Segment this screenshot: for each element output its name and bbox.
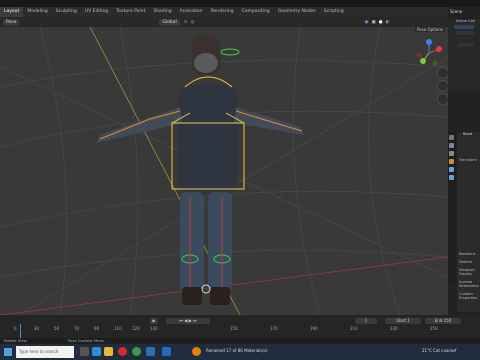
start-label: Start [396,318,406,323]
outliner-row[interactable] [456,37,474,41]
tab-modeling[interactable]: Modeling [23,7,51,17]
prop-section-deform[interactable]: Deform [457,260,480,264]
windows-start-icon[interactable] [4,348,12,356]
proportional-icon[interactable]: ◎ [191,20,195,25]
chrome-icon[interactable] [132,347,141,356]
frame-label: 110 [114,326,122,331]
zoom-icon[interactable] [437,67,448,79]
scene-selector[interactable]: Scene [448,7,480,17]
tab-rendering[interactable]: Rendering [207,7,238,17]
outliner-row[interactable] [458,49,474,53]
prop-section-inverse-kinematics[interactable]: Inverse Kinematics [457,280,480,288]
frame-label: 190 [310,326,318,331]
orientation-dropdown[interactable]: Global [159,18,180,26]
edge-icon[interactable] [92,347,101,356]
outliner-row[interactable] [458,43,474,47]
taskbar: Type here to search Renamed 17 of 86 Mat… [0,344,480,360]
viewport-scene [0,27,448,315]
output-icon[interactable] [449,151,454,156]
tab-layout[interactable]: Layout [0,7,24,17]
frame-label: 50 [54,326,60,331]
viewport-header: Pose Global ⊙ ◎ ◉ ▣ ● ◐ [0,17,448,27]
title-strip [0,0,480,7]
frame-label: 70 [74,326,80,331]
status-left: Rotate View [4,338,27,343]
snap-icon[interactable]: ⊙ [184,20,188,25]
frame-label: 0 [14,326,17,331]
xray-icon[interactable]: ▣ [371,20,375,25]
task-view-icon[interactable] [80,347,89,356]
start-frame-field[interactable]: Start 1 [385,318,421,324]
tab-uv-editing[interactable]: UV Editing [81,7,112,17]
blender-taskbar-icon[interactable] [192,347,201,356]
3d-viewport[interactable]: Pose Options [0,27,448,315]
outliner-row[interactable] [456,31,474,35]
right-panel: Scene Scene Coll Bone Transform Relation… [448,7,480,315]
tab-animation[interactable]: Animation [176,7,207,17]
frame-label: 150 [230,326,238,331]
current-frame-field[interactable]: 1 [355,318,377,324]
frame-label: 120 [132,326,140,331]
end-label: End [434,318,443,323]
tab-scripting[interactable]: Scripting [320,7,348,17]
camera-view-icon[interactable] [437,93,448,105]
tool-icon[interactable] [449,135,454,140]
outliner-title: Scene Coll [456,19,475,23]
properties-panel[interactable]: Bone Transform Relations Deform Viewport… [457,132,480,312]
playback-controls[interactable]: ⏮ ◀ ▶ ⏭ [166,318,210,324]
pose-options-button[interactable]: Pose Options [415,27,445,32]
pan-icon[interactable] [437,80,448,92]
outliner-row[interactable] [454,25,474,29]
timeline[interactable]: ▶ ⏮ ◀ ▶ ⏭ 1 Start 1 End 250 0 30 50 70 9… [0,315,480,344]
tab-geometry-nodes[interactable]: Geometry Nodes [274,7,320,17]
frame-label: 250 [430,326,438,331]
bone-icon[interactable] [449,167,454,172]
prop-section-transform[interactable]: Transform [457,158,480,162]
frame-label: 230 [390,326,398,331]
playhead[interactable] [20,324,21,338]
opera-icon[interactable] [118,347,127,356]
tab-compositing[interactable]: Compositing [238,7,274,17]
shading-material-icon[interactable]: ◐ [386,20,390,25]
outliner[interactable]: Scene Coll [448,19,480,89]
taskbar-search-box[interactable]: Type here to search [16,346,74,358]
navigation-gizmo[interactable] [415,39,443,67]
object-icon[interactable] [449,159,454,164]
play-button[interactable]: ▶ [150,318,158,324]
frame-label: 130 [150,326,158,331]
photos-icon[interactable] [162,347,171,356]
store-icon[interactable] [146,347,155,356]
end-frame-field[interactable]: End 250 [425,318,461,324]
prop-section-relations[interactable]: Relations [457,252,480,256]
prop-section-custom-properties[interactable]: Custom Properties [457,292,480,300]
frame-label: 30 [34,326,40,331]
mode-dropdown[interactable]: Pose [3,18,20,26]
overlay-icon[interactable]: ◉ [365,20,369,25]
shading-solid-icon[interactable]: ● [379,20,383,25]
end-value: 250 [443,318,452,323]
properties-title: Bone [463,132,473,136]
notification-text: Renamed 17 of 86 Materials(s) [206,348,268,353]
render-icon[interactable] [449,143,454,148]
frame-label: 90 [94,326,100,331]
frame-label: 170 [270,326,278,331]
constraint-icon[interactable] [449,175,454,180]
tab-sculpting[interactable]: Sculpting [52,7,81,17]
workspace-tab-bar: Layout Modeling Sculpting UV Editing Tex… [0,7,480,17]
start-value: 1 [407,318,410,323]
frame-label: 210 [350,326,358,331]
tab-shading[interactable]: Shading [149,7,175,17]
tab-texture-paint[interactable]: Texture Paint [112,7,149,17]
status-mid: Pose Context Menu [67,338,105,343]
weather-widget[interactable]: 21°C Cat cuaraef [422,348,456,353]
file-explorer-icon[interactable] [104,347,113,356]
prop-section-viewport-display[interactable]: Viewport Display [457,268,480,276]
properties-tabs [448,132,456,282]
